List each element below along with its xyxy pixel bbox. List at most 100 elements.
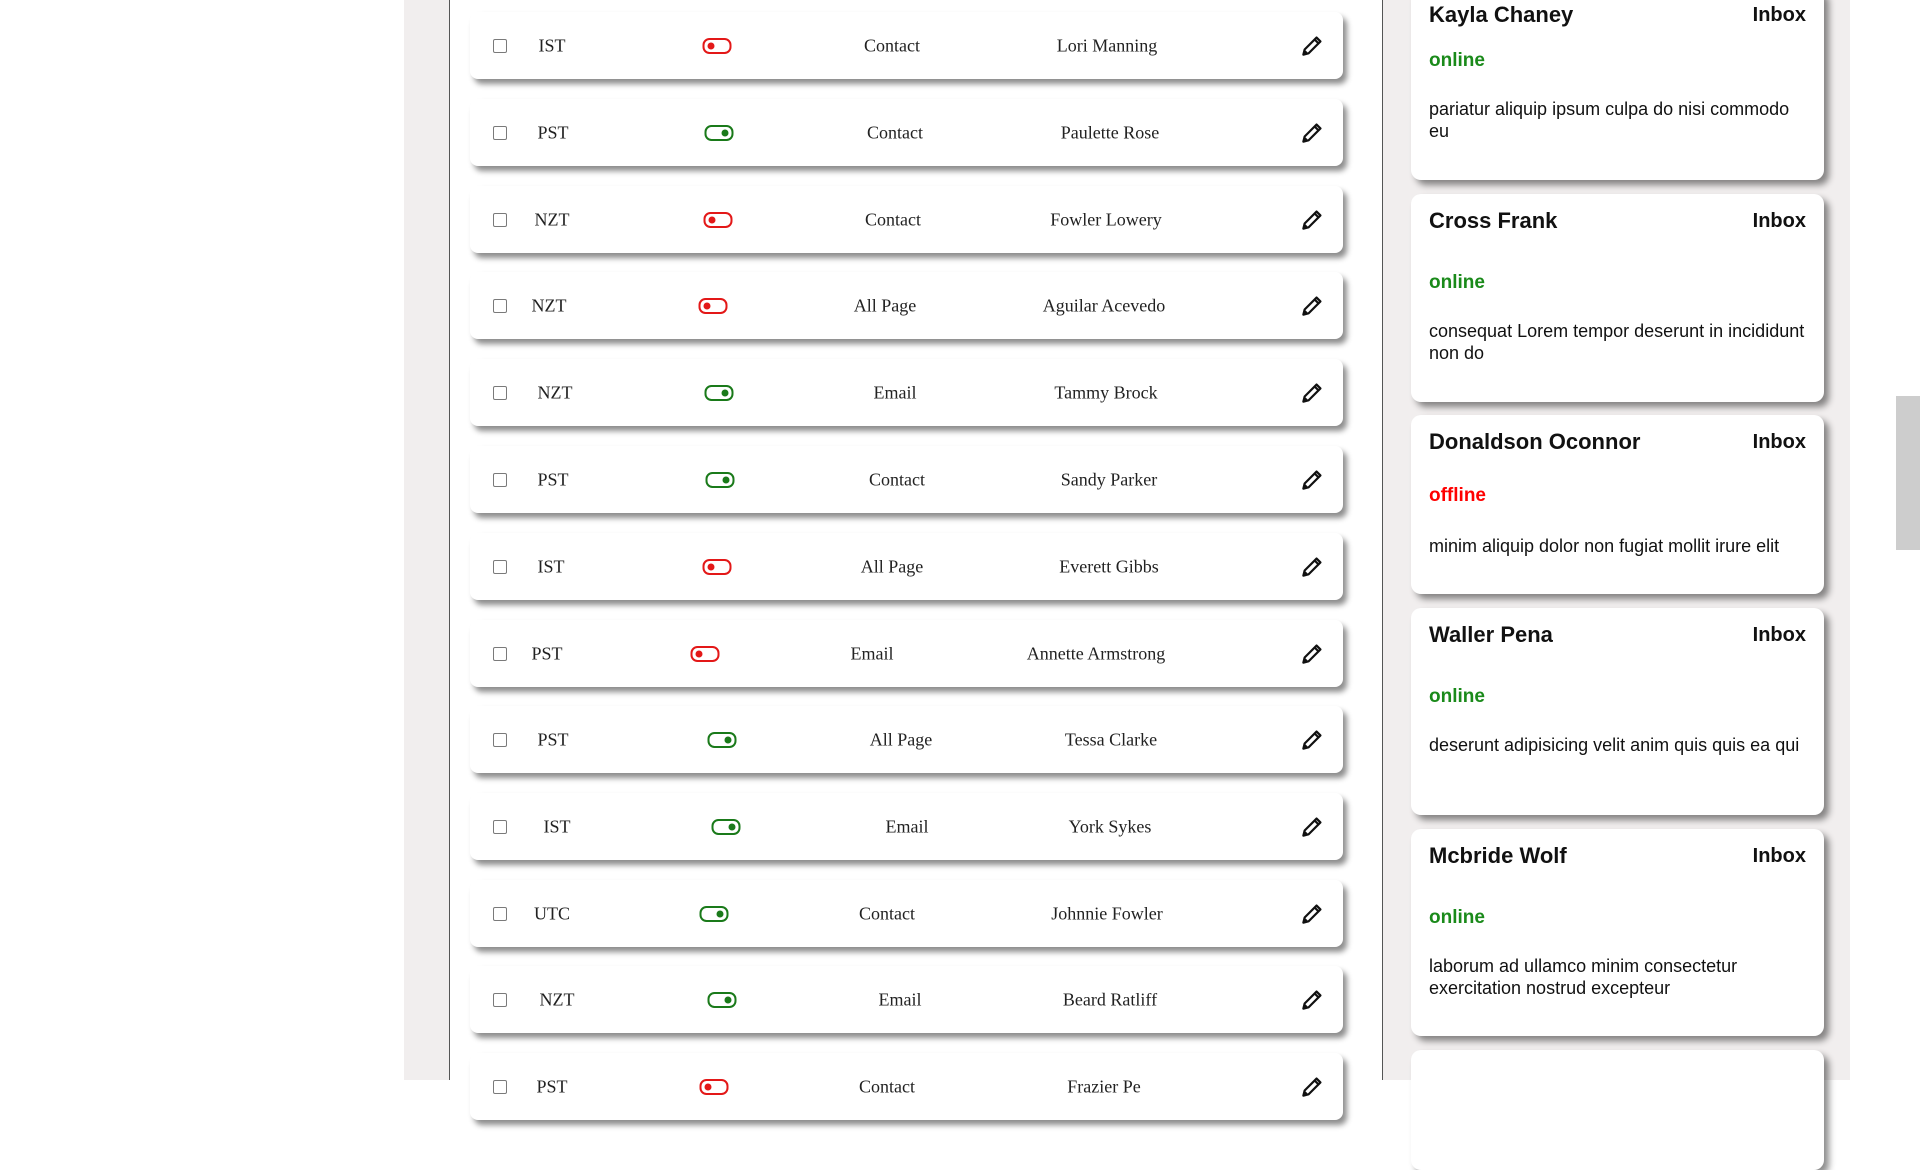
row-name: Johnnie Fowler xyxy=(1051,903,1163,923)
pencil-icon[interactable] xyxy=(1299,987,1325,1013)
message-card[interactable]: Mcbride Wolf Inbox online laborum ad ull… xyxy=(1411,829,1824,1036)
inbox-link[interactable]: Inbox xyxy=(1753,4,1806,27)
pencil-icon[interactable] xyxy=(1299,727,1325,753)
row-timezone: IST xyxy=(543,816,571,836)
card-message: minim aliquip dolor non fugiat mollit ir… xyxy=(1429,536,1780,556)
card-status: online xyxy=(1429,50,1485,71)
pencil-icon[interactable] xyxy=(1299,120,1325,146)
row-page-type: Email xyxy=(878,989,922,1009)
card-contact-name: Mcbride Wolf xyxy=(1429,843,1567,868)
row-name: Everett Gibbs xyxy=(1059,556,1159,576)
card-message: deserunt adipisicing velit anim quis qui… xyxy=(1429,735,1800,755)
table-row: NZT Email Beard Ratliff xyxy=(470,966,1343,1033)
row-timezone: PST xyxy=(537,469,569,489)
row-timezone: NZT xyxy=(537,382,573,402)
status-toggle-icon[interactable] xyxy=(699,905,729,922)
row-checkbox[interactable] xyxy=(493,992,507,1007)
row-checkbox[interactable] xyxy=(493,1079,507,1094)
card-contact-name: Waller Pena xyxy=(1429,622,1553,647)
row-checkbox[interactable] xyxy=(493,646,507,661)
table-row: PST Contact Frazier Pe xyxy=(470,1053,1343,1120)
table-row: PST Contact Sandy Parker xyxy=(470,446,1343,513)
pencil-icon[interactable] xyxy=(1299,641,1325,667)
table-row: PST Contact Paulette Rose xyxy=(470,99,1343,166)
scrollbar-thumb[interactable] xyxy=(1896,396,1920,550)
row-checkbox[interactable] xyxy=(493,38,507,53)
row-checkbox[interactable] xyxy=(493,125,507,140)
row-name: York Sykes xyxy=(1068,816,1152,836)
row-name: Lori Manning xyxy=(1056,35,1158,55)
status-toggle-icon[interactable] xyxy=(702,37,732,54)
table-row: NZT Contact Fowler Lowery xyxy=(470,186,1343,253)
row-page-type: Email xyxy=(850,643,894,663)
inbox-link[interactable]: Inbox xyxy=(1753,624,1806,647)
table-row: NZT All Page Aguilar Acevedo xyxy=(470,272,1343,339)
pencil-icon[interactable] xyxy=(1299,467,1325,493)
row-name: Fowler Lowery xyxy=(1050,209,1162,229)
pencil-icon[interactable] xyxy=(1299,207,1325,233)
row-name: Sandy Parker xyxy=(1060,469,1158,489)
row-page-type: Email xyxy=(873,382,917,402)
row-checkbox[interactable] xyxy=(493,732,507,747)
inbox-link[interactable]: Inbox xyxy=(1753,210,1806,233)
pencil-icon[interactable] xyxy=(1299,554,1325,580)
row-checkbox[interactable] xyxy=(493,212,507,227)
status-toggle-icon[interactable] xyxy=(702,558,732,575)
status-toggle-icon[interactable] xyxy=(704,124,734,141)
table-row: NZT Email Tammy Brock xyxy=(470,359,1343,426)
row-timezone: IST xyxy=(537,556,565,576)
message-card[interactable]: Donaldson Oconnor Inbox offline minim al… xyxy=(1411,415,1824,594)
pencil-icon[interactable] xyxy=(1299,901,1325,927)
row-name: Frazier Pe xyxy=(1067,1076,1141,1096)
inbox-link[interactable]: Inbox xyxy=(1753,845,1806,868)
message-card-partial[interactable] xyxy=(1411,1050,1824,1170)
status-toggle-icon[interactable] xyxy=(690,645,720,662)
row-checkbox[interactable] xyxy=(493,298,507,313)
row-page-type: Email xyxy=(885,816,929,836)
status-toggle-icon[interactable] xyxy=(711,818,741,835)
row-name: Aguilar Acevedo xyxy=(1042,295,1166,315)
row-page-type: Contact xyxy=(859,1076,915,1096)
row-checkbox[interactable] xyxy=(493,385,507,400)
pencil-icon[interactable] xyxy=(1299,380,1325,406)
status-toggle-icon[interactable] xyxy=(703,211,733,228)
row-page-type: Contact xyxy=(869,469,925,489)
status-toggle-icon[interactable] xyxy=(707,991,737,1008)
row-page-type: Contact xyxy=(865,209,921,229)
row-timezone: UTC xyxy=(534,903,570,923)
row-timezone: NZT xyxy=(534,209,570,229)
row-timezone: IST xyxy=(538,35,566,55)
table-row: UTC Contact Johnnie Fowler xyxy=(470,880,1343,947)
row-checkbox[interactable] xyxy=(493,819,507,834)
status-toggle-icon[interactable] xyxy=(704,384,734,401)
message-card[interactable]: Kayla Chaney Inbox online pariatur aliqu… xyxy=(1411,0,1824,180)
card-status: online xyxy=(1429,272,1485,293)
message-card[interactable]: Waller Pena Inbox online deserunt adipis… xyxy=(1411,608,1824,815)
row-checkbox[interactable] xyxy=(493,472,507,487)
pencil-icon[interactable] xyxy=(1299,33,1325,59)
pencil-icon[interactable] xyxy=(1299,293,1325,319)
row-name: Tammy Brock xyxy=(1054,382,1158,402)
card-status: offline xyxy=(1429,485,1486,506)
row-name: Beard Ratliff xyxy=(1062,989,1158,1009)
row-page-type: All Page xyxy=(860,556,924,576)
status-toggle-icon[interactable] xyxy=(699,1078,729,1095)
status-toggle-icon[interactable] xyxy=(705,471,735,488)
row-page-type: Contact xyxy=(859,903,915,923)
status-toggle-icon[interactable] xyxy=(707,731,737,748)
row-checkbox[interactable] xyxy=(493,906,507,921)
row-page-type: Contact xyxy=(864,35,920,55)
row-name: Annette Armstrong xyxy=(1026,643,1166,663)
row-checkbox[interactable] xyxy=(493,559,507,574)
status-toggle-icon[interactable] xyxy=(698,297,728,314)
row-page-type: All Page xyxy=(853,295,917,315)
row-timezone: NZT xyxy=(539,989,575,1009)
inbox-link[interactable]: Inbox xyxy=(1753,431,1806,454)
row-timezone: NZT xyxy=(531,295,567,315)
pencil-icon[interactable] xyxy=(1299,1074,1325,1100)
message-card[interactable]: Cross Frank Inbox online consequat Lorem… xyxy=(1411,194,1824,402)
row-name: Tessa Clarke xyxy=(1064,729,1158,749)
pencil-icon[interactable] xyxy=(1299,814,1325,840)
table-row: IST All Page Everett Gibbs xyxy=(470,533,1343,600)
card-message: laborum ad ullamco minim consectetur exe… xyxy=(1429,956,1738,998)
